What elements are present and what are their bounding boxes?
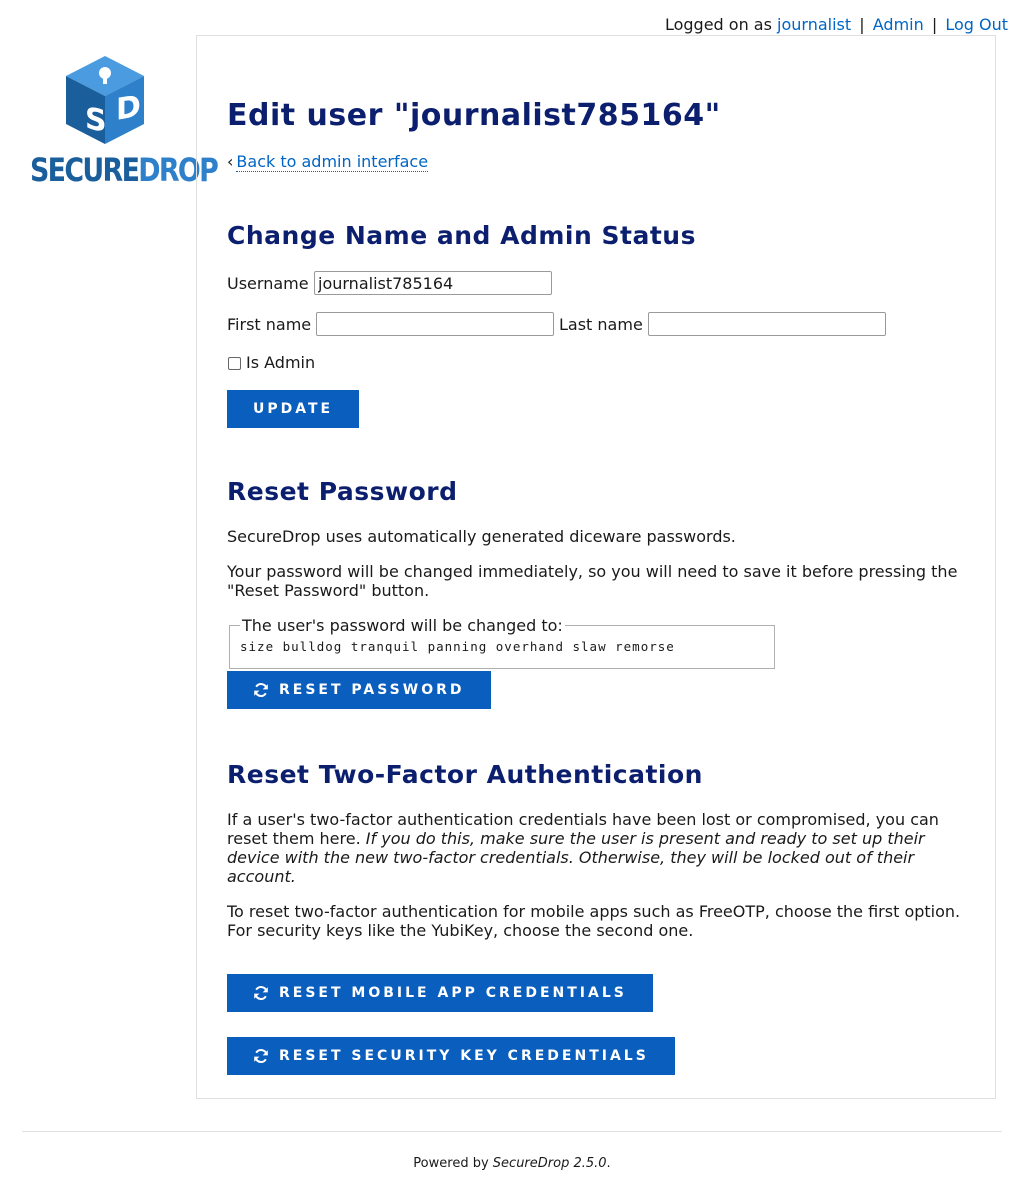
wordmark-secure: SECURE <box>30 151 140 189</box>
last-name-label: Last name <box>559 315 643 334</box>
securedrop-wordmark: SECUREDROP <box>30 151 219 189</box>
username-label: Username <box>227 274 309 293</box>
two-factor-options-note: To reset two-factor authentication for m… <box>227 902 961 940</box>
admin-link[interactable]: Admin <box>873 15 924 34</box>
update-button[interactable]: UPDATE <box>227 390 360 428</box>
svg-text:D: D <box>116 89 141 128</box>
username-input[interactable] <box>314 271 552 295</box>
footer-product: SecureDrop 2.5.0 <box>492 1156 607 1171</box>
update-button-label: UPDATE <box>253 401 334 417</box>
is-admin-label[interactable]: Is Admin <box>246 353 315 372</box>
reset-password-button[interactable]: RESET PASSWORD <box>227 671 491 709</box>
main-panel: Edit user "journalist785164" ‹ Back to ad… <box>196 35 996 1099</box>
logged-on-label: Logged on as <box>664 15 772 34</box>
reset-password-heading: Reset Password <box>227 477 458 506</box>
first-name-input[interactable] <box>316 312 554 336</box>
change-name-heading: Change Name and Admin Status <box>227 221 696 250</box>
refresh-icon <box>254 986 268 1000</box>
chevron-left-icon: ‹ <box>227 152 234 171</box>
reset-mobile-app-button[interactable]: RESET MOBILE APP CREDENTIALS <box>227 974 653 1012</box>
reset-password-label: RESET PASSWORD <box>279 682 465 698</box>
back-link-row: ‹ Back to admin interface <box>227 152 429 172</box>
refresh-icon <box>254 1049 268 1063</box>
two-factor-heading: Reset Two-Factor Authentication <box>227 760 703 789</box>
nav-separator: | <box>859 15 865 34</box>
back-to-admin-link[interactable]: Back to admin interface <box>236 152 429 172</box>
footer: Powered by SecureDrop 2.5.0. <box>0 1156 1024 1171</box>
securedrop-logo[interactable]: S D SECUREDROP <box>30 54 219 189</box>
refresh-icon <box>254 683 268 697</box>
current-user-link[interactable]: journalist <box>777 15 851 34</box>
first-name-label: First name <box>227 315 312 334</box>
footer-suffix: . <box>606 1156 611 1171</box>
is-admin-checkbox[interactable] <box>228 357 241 370</box>
nav-separator: | <box>931 15 938 34</box>
securedrop-cube-icon: S D <box>66 56 144 144</box>
last-name-input[interactable] <box>648 312 886 336</box>
reset-security-key-button[interactable]: RESET SECURITY KEY CREDENTIALS <box>227 1037 675 1075</box>
password-change-warning: Your password will be changed immediatel… <box>227 562 958 600</box>
svg-text:S: S <box>85 101 107 140</box>
page-title: Edit user "journalist785164" <box>227 98 721 133</box>
new-password-legend: The user's password will be changed to: <box>242 616 563 635</box>
user-nav: Logged on as journalist | Admin | Log Ou… <box>665 15 1008 34</box>
reset-mobile-app-label: RESET MOBILE APP CREDENTIALS <box>279 985 627 1001</box>
reset-security-key-label: RESET SECURITY KEY CREDENTIALS <box>279 1048 649 1064</box>
new-password-fieldset: The user's password will be changed to: … <box>229 616 775 669</box>
new-password-value: size bulldog tranquil panning overhand s… <box>240 639 675 654</box>
footer-prefix: Powered by <box>413 1156 489 1171</box>
diceware-note: SecureDrop uses automatically generated … <box>227 527 736 546</box>
footer-divider <box>22 1131 1002 1132</box>
two-factor-warning: If a user's two-factor authentication cr… <box>227 810 967 886</box>
logout-link[interactable]: Log Out <box>945 15 1008 34</box>
